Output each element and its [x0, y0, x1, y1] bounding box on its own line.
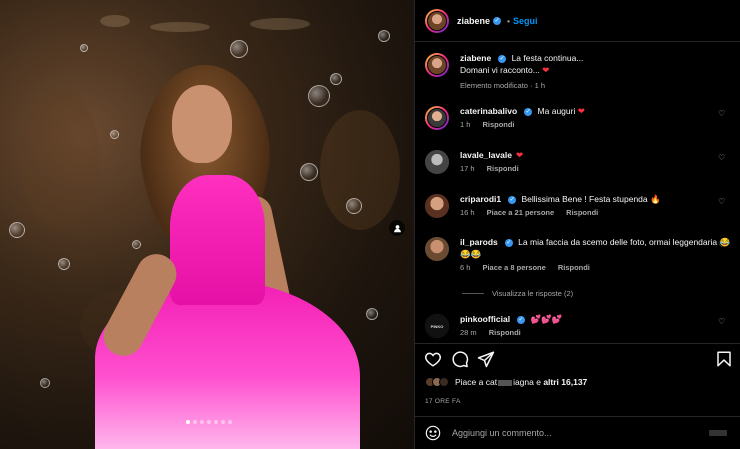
- commenter-avatar[interactable]: [425, 150, 449, 174]
- like-comment-heart-icon[interactable]: ♡: [718, 240, 727, 249]
- author-avatar[interactable]: [425, 8, 449, 33]
- woman-face: [172, 85, 232, 163]
- comment-text: Ma auguri: [537, 106, 576, 116]
- verified-badge-icon: ✓: [517, 315, 526, 324]
- emoji-icon[interactable]: [425, 425, 441, 441]
- verified-badge-icon: ✓: [524, 107, 533, 116]
- author-username[interactable]: ziabene: [457, 16, 490, 26]
- verified-badge-icon: ✓: [504, 238, 513, 247]
- follow-button[interactable]: Segui: [513, 16, 538, 26]
- verified-badge-icon: ✓: [508, 195, 517, 204]
- likes-suffix: e: [533, 377, 544, 387]
- reply-button[interactable]: Rispondi: [489, 327, 521, 339]
- verified-badge-icon: ✓: [498, 54, 507, 63]
- likes-summary[interactable]: Piace a cat iagna e altri 16,137: [425, 377, 587, 387]
- likes-name-tail: iagna: [513, 377, 534, 387]
- comment-row: il_parods ✓ La mia faccia da scemo delle …: [425, 236, 735, 274]
- comment-time: 17 h: [460, 164, 475, 173]
- comment-row: caterinabalivo ✓ Ma auguri ❤ 1 h Rispondi…: [425, 105, 735, 131]
- pixelated-area: [709, 430, 727, 436]
- comment-username[interactable]: caterinabalivo: [460, 106, 517, 116]
- heart-emoji: ❤: [542, 65, 550, 75]
- author-avatar[interactable]: [425, 53, 449, 77]
- verified-badge-icon: ✓: [493, 16, 502, 25]
- likes-count[interactable]: altri 16,137: [543, 377, 587, 387]
- comment-row: criparodi1 ✓ Bellissima Bene ! Festa stup…: [425, 193, 735, 219]
- action-bar: [415, 343, 740, 373]
- comment-time: 28 m: [460, 328, 477, 337]
- reply-button[interactable]: Rispondi: [558, 262, 590, 274]
- comment-username[interactable]: criparodi1: [460, 194, 501, 204]
- caption-meta: Elemento modificato · 1 h: [460, 81, 546, 90]
- comment-username[interactable]: lavale_lavale: [460, 150, 512, 160]
- comment-username[interactable]: il_parods: [460, 237, 498, 247]
- comment-text: Bellissima Bene ! Festa stupenda: [521, 194, 648, 204]
- heart-emoji: ❤: [577, 106, 585, 116]
- caption-text-line1: La festa continua...: [511, 53, 584, 63]
- post-panel: ziabene ✓ • Segui ziabene ✓ La festa cont…: [414, 0, 740, 449]
- reply-button[interactable]: Rispondi: [482, 119, 514, 131]
- liker-avatar: [439, 377, 449, 387]
- caption-text-line2: Domani vi racconto...: [460, 65, 540, 75]
- hearts-emoji: 💕💕💕: [530, 314, 563, 324]
- comment-likes[interactable]: Piace a 8 persone: [482, 262, 545, 274]
- likes-prefix: Piace a cat: [455, 377, 498, 387]
- comments-list[interactable]: ziabene ✓ La festa continua... Domani vi …: [415, 43, 740, 341]
- reply-button[interactable]: Rispondi: [566, 207, 598, 219]
- share-icon[interactable]: [477, 350, 495, 368]
- comment-row: lavale_lavale ❤ 17 h Rispondi ♡: [425, 149, 735, 175]
- caption-username[interactable]: ziabene: [460, 53, 491, 63]
- commenter-avatar[interactable]: [425, 106, 449, 130]
- view-replies-label: Visualizza le risposte (2): [492, 289, 574, 298]
- commenter-avatar[interactable]: PINKO: [425, 314, 449, 338]
- like-comment-heart-icon[interactable]: ♡: [718, 197, 727, 206]
- carousel-indicator: [186, 420, 232, 424]
- comment-likes[interactable]: Piace a 21 persone: [487, 207, 555, 219]
- separator: •: [507, 15, 510, 26]
- commenter-avatar[interactable]: [425, 194, 449, 218]
- caption: ziabene ✓ La festa continua... Domani vi …: [425, 52, 735, 92]
- comment-icon[interactable]: [451, 350, 469, 368]
- comment-username[interactable]: pinkoofficial: [460, 314, 510, 324]
- post-timestamp: 17 ORE FA: [425, 398, 461, 405]
- comment-input[interactable]: [452, 428, 652, 438]
- comment-time: 16 h: [460, 208, 475, 217]
- add-comment-bar: [415, 416, 740, 449]
- view-replies-button[interactable]: Visualizza le risposte (2): [462, 289, 573, 298]
- bookmark-icon[interactable]: [715, 350, 733, 368]
- commenter-avatar[interactable]: [425, 237, 449, 261]
- comment-time: 1 h: [460, 120, 471, 129]
- heart-emoji: ❤: [516, 150, 524, 160]
- heart-icon[interactable]: [424, 350, 442, 368]
- like-comment-heart-icon[interactable]: ♡: [718, 317, 727, 326]
- like-comment-heart-icon[interactable]: ♡: [718, 153, 727, 162]
- fire-emoji: 🔥: [650, 194, 661, 204]
- post-photo[interactable]: [0, 0, 414, 449]
- comment-time: 6 h: [460, 263, 471, 272]
- like-comment-heart-icon[interactable]: ♡: [718, 109, 727, 118]
- comment-text: La mia faccia da scemo delle foto, ormai…: [518, 237, 718, 247]
- reply-button[interactable]: Rispondi: [487, 163, 519, 175]
- comment-row: PINKO pinkoofficial ✓ 💕💕💕 28 m Rispondi ♡: [425, 313, 735, 339]
- tag-people-icon[interactable]: [389, 220, 405, 236]
- post-header: ziabene ✓ • Segui: [415, 0, 740, 42]
